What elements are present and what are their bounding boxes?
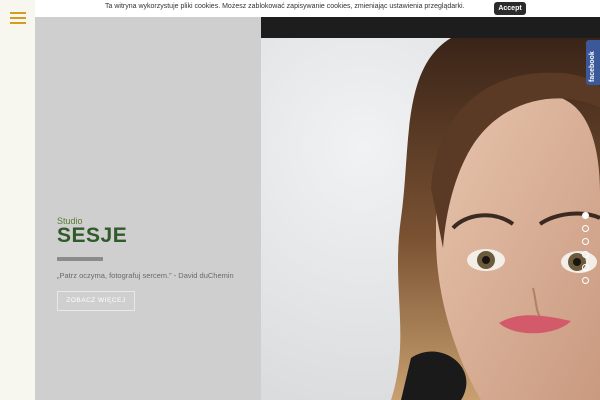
title-underline xyxy=(57,257,103,261)
hamburger-menu-icon[interactable] xyxy=(10,12,26,24)
slider-dot[interactable] xyxy=(582,238,589,245)
cookie-message: Ta witryna wykorzystuje pliki cookies. M… xyxy=(105,3,465,10)
cookie-bar: Ta witryna wykorzystuje pliki cookies. M… xyxy=(35,0,600,17)
hamburger-line xyxy=(10,22,26,24)
portrait-photo xyxy=(261,38,600,400)
see-more-button[interactable]: ZOBACZ WIĘCEJ xyxy=(57,291,135,311)
slider-dot[interactable] xyxy=(582,264,589,271)
slider-dot[interactable] xyxy=(582,277,589,284)
top-dark-strip xyxy=(261,17,600,38)
slider-dot[interactable] xyxy=(582,212,589,219)
hamburger-line xyxy=(10,17,26,19)
slider-dot[interactable] xyxy=(582,225,589,232)
left-sidebar xyxy=(0,0,35,400)
facebook-label: facebook xyxy=(589,51,596,82)
hero-text-panel xyxy=(35,17,261,400)
hero-title: SESJE xyxy=(57,224,128,247)
accept-cookies-button[interactable]: Accept xyxy=(494,2,526,15)
hero-quote: „Patrz oczyma, fotografuj sercem.” - Dav… xyxy=(57,271,234,280)
slider-dot[interactable] xyxy=(582,251,589,258)
facebook-tab[interactable]: facebook xyxy=(586,40,600,85)
slider-dots xyxy=(582,212,590,290)
hero-portrait-image xyxy=(261,38,600,400)
hamburger-line xyxy=(10,12,26,14)
